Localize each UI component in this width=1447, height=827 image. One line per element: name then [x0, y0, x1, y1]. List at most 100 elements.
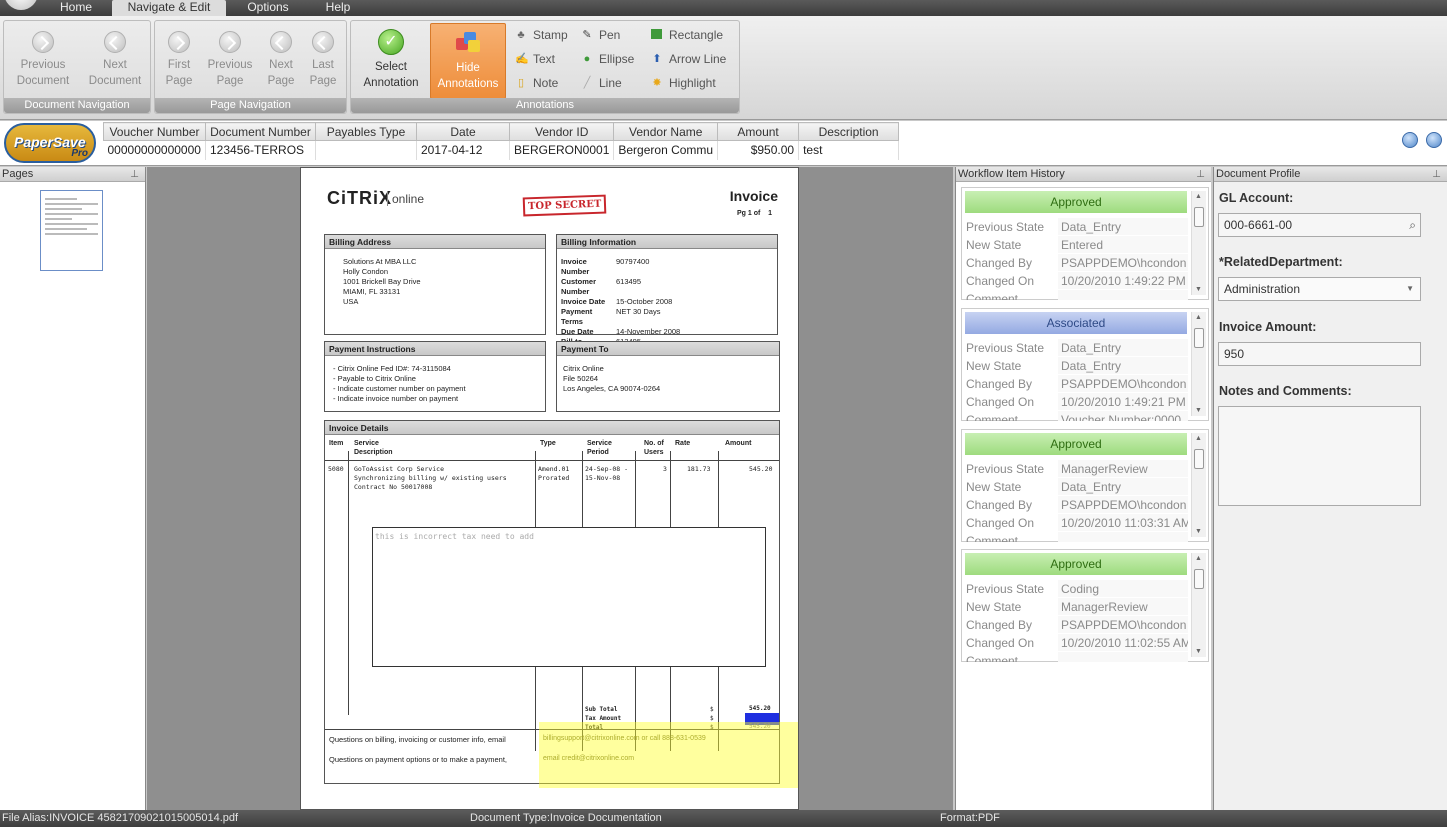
payment-instructions-title: Payment Instructions [325, 342, 545, 356]
workflow-item-card[interactable]: Approved Previous State Data_Entry New St… [961, 187, 1209, 300]
tab-home[interactable]: Home [48, 0, 104, 16]
tab-navigate-edit[interactable]: Navigate & Edit [112, 0, 226, 16]
ellipse-tool[interactable]: ● Ellipse [579, 49, 635, 69]
previous-document-button[interactable]: Previous Document [10, 23, 76, 99]
rectangle-annotation[interactable]: this is incorrect tax need to add [372, 527, 766, 667]
stamp-icon: ♣ [517, 29, 525, 41]
pen-tool[interactable]: ✎ Pen [579, 25, 620, 45]
tab-options[interactable]: Options [234, 0, 302, 16]
col-amount[interactable]: Amount [717, 122, 800, 141]
workflow-item-card[interactable]: Approved Previous State Coding New State M… [961, 549, 1209, 662]
hide-annotations-button[interactable]: Hide Annotations [430, 23, 506, 99]
field-label: Previous State [966, 341, 1045, 355]
scroll-down-icon[interactable]: ▼ [1195, 407, 1202, 414]
card-scrollbar[interactable]: ▲ ▼ [1191, 433, 1206, 537]
gl-account-field[interactable]: 000-6661-00 ⌕ [1218, 213, 1421, 237]
app-menu-orb[interactable] [4, 0, 38, 10]
field-label: Previous State [966, 582, 1045, 596]
logo-sub-text: Pro [71, 148, 88, 159]
first-page-button[interactable]: First Page [157, 23, 201, 99]
previous-page-icon [219, 31, 241, 53]
col-description[interactable]: Description [798, 122, 900, 141]
description-value[interactable]: test [798, 140, 900, 160]
col-vendor-id[interactable]: Vendor ID [508, 122, 615, 141]
rectangle-icon [651, 29, 662, 39]
vendor-name-value[interactable]: Bergeron Commu [613, 140, 719, 160]
workflow-item-card[interactable]: Associated Previous State Data_Entry New … [961, 308, 1209, 421]
page-thumbnail[interactable] [40, 190, 103, 271]
col-voucher-number[interactable]: Voucher Number [103, 122, 206, 141]
col-type: Type [540, 440, 556, 447]
arrow-line-tool-label: Arrow Line [669, 52, 727, 66]
col-document-number[interactable]: Document Number [205, 122, 316, 141]
chevron-down-icon[interactable]: ▼ [1406, 278, 1414, 300]
scroll-left-icon[interactable] [1402, 132, 1418, 148]
field-label: Changed On [966, 395, 1035, 409]
scroll-down-icon[interactable]: ▼ [1195, 528, 1202, 535]
previous-arrow-icon [32, 31, 54, 53]
annotation-text[interactable]: this is incorrect tax need to add [375, 532, 534, 541]
notes-comments-field[interactable] [1218, 406, 1421, 506]
next-page-icon [270, 31, 292, 53]
scroll-up-icon[interactable]: ▲ [1195, 555, 1202, 562]
field-value: 10/20/2010 11:03:31 AM [1058, 514, 1188, 531]
pin-icon[interactable]: ⊥ [130, 167, 139, 182]
pin-icon[interactable]: ⊥ [1196, 167, 1205, 182]
billing-information-box: Billing Information Invoice Number 907974… [556, 234, 778, 346]
subtotal-value: 545.20 [749, 705, 771, 712]
field-label: Changed By [966, 256, 1033, 270]
date-value[interactable]: 2017-04-12 [416, 140, 510, 160]
amount-value[interactable]: $950.00 [717, 140, 800, 160]
tab-help[interactable]: Help [310, 0, 366, 16]
scroll-down-icon[interactable]: ▼ [1195, 286, 1202, 293]
notes-comments-label: Notes and Comments: [1219, 384, 1352, 398]
pin-icon[interactable]: ⊥ [1432, 167, 1441, 182]
arrow-line-tool[interactable]: ⬆ Arrow Line [649, 49, 726, 69]
scroll-up-icon[interactable]: ▲ [1195, 193, 1202, 200]
card-scrollbar[interactable]: ▲ ▼ [1191, 553, 1206, 657]
col-vendor-name[interactable]: Vendor Name [613, 122, 719, 141]
ellipse-icon: ● [583, 53, 591, 65]
select-annotation-button[interactable]: ✓ Select Annotation [355, 23, 427, 99]
col-service-description: Service Description [354, 440, 393, 456]
highlight-annotation[interactable] [539, 722, 798, 788]
field-value: Voucher Number:0000... [1058, 411, 1188, 421]
last-page-button[interactable]: Last Page [301, 23, 345, 99]
note-tool[interactable]: ▯ Note [513, 73, 558, 93]
document-viewer[interactable]: CiTRiX online TOP SECRET Invoice Pg 1 of… [147, 167, 953, 810]
stamp-tool[interactable]: ♣ Stamp [513, 25, 567, 45]
card-scrollbar[interactable]: ▲ ▼ [1191, 312, 1206, 416]
text-tool[interactable]: ✍ Text [513, 49, 555, 69]
voucher-number-value[interactable]: 00000000000000 [103, 140, 206, 160]
next-page-button[interactable]: Next Page [259, 23, 303, 99]
payment-instructions-box: Payment Instructions - Citrix Online Fed… [324, 341, 546, 412]
workflow-state-badge: Approved [965, 553, 1187, 575]
payables-type-value[interactable] [315, 140, 417, 160]
billing-address-line: Solutions At MBA LLC [343, 257, 417, 266]
col-date[interactable]: Date [416, 122, 510, 141]
card-scrollbar[interactable]: ▲ ▼ [1191, 191, 1206, 295]
scroll-down-icon[interactable]: ▼ [1195, 648, 1202, 655]
page-navigation-label: Page Navigation [155, 98, 346, 113]
highlight-tool[interactable]: ✸ Highlight [649, 73, 715, 93]
document-number-value[interactable]: 123456-TERROS [205, 140, 316, 160]
top-secret-stamp[interactable]: TOP SECRET [522, 194, 607, 217]
next-document-button[interactable]: Next Document [82, 23, 148, 99]
related-department-select[interactable]: Administration ▼ [1218, 277, 1421, 301]
workflow-item-card[interactable]: Approved Previous State ManagerReview New… [961, 429, 1209, 542]
vendor-id-value[interactable]: BERGERON0001 [509, 140, 615, 160]
scroll-up-icon[interactable]: ▲ [1195, 314, 1202, 321]
invoice-amount-field[interactable]: 950 [1218, 342, 1421, 366]
rectangle-tool[interactable]: Rectangle [649, 25, 723, 45]
invoice-page[interactable]: CiTRiX online TOP SECRET Invoice Pg 1 of… [300, 167, 799, 810]
previous-page-button[interactable]: Previous Page [203, 23, 257, 99]
workflow-state-badge: Approved [965, 433, 1187, 455]
col-payables-type[interactable]: Payables Type [315, 122, 417, 141]
billing-address-line: MIAMI, FL 33131 [343, 287, 401, 296]
scroll-up-icon[interactable]: ▲ [1195, 435, 1202, 442]
index-fields-table: Voucher Number Document Number Payables … [103, 122, 900, 160]
info-key: Customer Number [561, 277, 597, 296]
lookup-binoculars-icon[interactable]: ⌕ [1409, 214, 1416, 236]
line-tool[interactable]: ╱ Line [579, 73, 622, 93]
scroll-right-icon[interactable] [1426, 132, 1442, 148]
